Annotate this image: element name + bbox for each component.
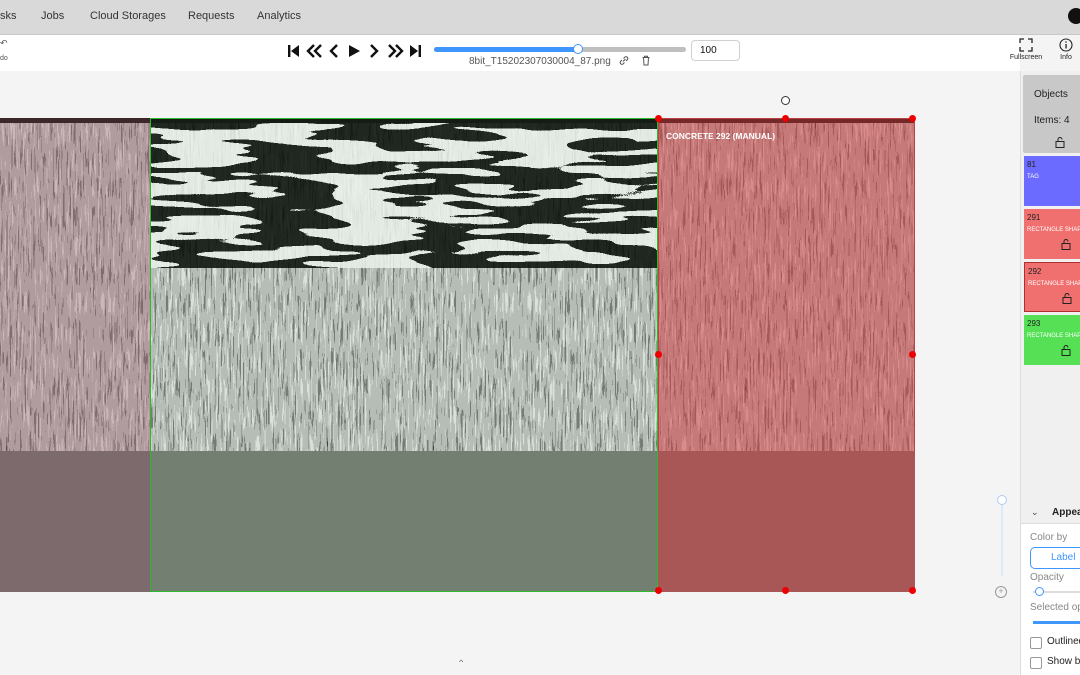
- nav-tasks[interactable]: sks: [0, 10, 17, 22]
- appearance-panel: ⌄ Appearance Color by Label Opacity Sele…: [1021, 501, 1080, 675]
- object-type: TAG: [1027, 174, 1039, 180]
- chevron-down-icon[interactable]: ⌄: [1031, 507, 1039, 518]
- resize-handle-right[interactable]: [909, 351, 916, 358]
- annotation-rect-292-lower: [658, 451, 915, 592]
- fast-forward-icon[interactable]: [387, 42, 405, 60]
- info-icon: [1059, 38, 1073, 52]
- filename: 8bit_T15202307030004_87.png: [469, 56, 611, 67]
- object-id: 291: [1027, 213, 1041, 222]
- nav-jobs[interactable]: Jobs: [41, 10, 64, 22]
- items-count: Items: 4: [1034, 115, 1070, 126]
- opacity-slider-handle[interactable]: [1035, 587, 1044, 596]
- resize-handle-bottom[interactable]: [782, 587, 789, 594]
- fast-backward-icon[interactable]: [305, 42, 323, 60]
- annotation-canvas[interactable]: CONCRETE 292 (MANUAL) + ⌃: [0, 71, 1020, 675]
- object-card-81[interactable]: 81 TAG: [1024, 156, 1080, 206]
- appearance-header[interactable]: ⌄ Appearance: [1021, 501, 1080, 524]
- resize-handle-top-right[interactable]: [909, 115, 916, 122]
- zoom-in-icon[interactable]: +: [995, 586, 1007, 598]
- fullscreen-button[interactable]: Fullscreen: [1008, 38, 1044, 61]
- frame-slider-fill: [434, 47, 578, 52]
- annotation-rect-291-lower: [0, 451, 150, 592]
- color-by-label-button[interactable]: Label: [1030, 547, 1080, 569]
- previous-frame-icon[interactable]: [328, 42, 340, 60]
- lock-icon[interactable]: [1061, 345, 1071, 356]
- resize-handle-top-left[interactable]: [655, 115, 662, 122]
- undo-icon[interactable]: ↶: [0, 38, 8, 49]
- next-frame-icon[interactable]: [368, 42, 380, 60]
- tab-objects[interactable]: Objects Items: 4: [1023, 75, 1080, 153]
- rotation-handle[interactable]: [781, 96, 790, 105]
- resize-handle-bottom-right[interactable]: [909, 587, 916, 594]
- object-type: RECTANGLE SHAPE: [1027, 333, 1080, 339]
- annotation-rect-293[interactable]: [150, 118, 658, 592]
- selected-opacity-label: Selected opacity: [1030, 602, 1080, 613]
- lock-icon[interactable]: [1061, 239, 1071, 250]
- expand-panel-icon[interactable]: ⌃: [457, 659, 465, 670]
- fullscreen-icon: [1019, 38, 1033, 52]
- undo-label[interactable]: do: [0, 55, 8, 62]
- object-type: RECTANGLE SHAPE: [1028, 281, 1080, 287]
- show-bitmap-checkbox[interactable]: [1030, 657, 1042, 669]
- object-id: 293: [1027, 319, 1041, 328]
- appearance-title: Appearance: [1052, 507, 1080, 518]
- object-type: RECTANGLE SHAPE: [1027, 227, 1080, 233]
- lock-icon[interactable]: [1062, 293, 1072, 304]
- frame-number-input[interactable]: 100: [691, 40, 740, 61]
- outline-label: Outlined borders: [1047, 636, 1080, 647]
- objects-sidebar: Objects Items: 4 81 TAG 291 RECTANGLE SH…: [1020, 71, 1080, 675]
- delete-frame-icon[interactable]: [641, 55, 651, 66]
- info-label: Info: [1060, 54, 1072, 61]
- lock-all-icon[interactable]: [1055, 137, 1065, 148]
- copy-link-icon[interactable]: [619, 55, 629, 66]
- nav-analytics[interactable]: Analytics: [257, 10, 301, 22]
- selected-opacity-slider[interactable]: [1033, 621, 1080, 624]
- object-card-293[interactable]: 293 RECTANGLE SHAPE: [1024, 315, 1080, 365]
- fullscreen-label: Fullscreen: [1009, 54, 1043, 61]
- top-navigation: sks Jobs Cloud Storages Requests Analyti…: [0, 0, 1080, 35]
- object-card-291[interactable]: 291 RECTANGLE SHAPE: [1024, 209, 1080, 259]
- github-icon[interactable]: [1068, 8, 1080, 24]
- last-frame-icon[interactable]: [409, 42, 422, 60]
- nav-requests[interactable]: Requests: [188, 10, 234, 22]
- show-bitmap-label: Show bitmap: [1047, 656, 1080, 667]
- radar-image: [0, 118, 915, 592]
- resize-handle-top[interactable]: [782, 115, 789, 122]
- nav-cloud-storages[interactable]: Cloud Storages: [90, 10, 166, 22]
- outline-checkbox[interactable]: [1030, 637, 1042, 649]
- object-id: 292: [1028, 267, 1042, 276]
- object-label-292: CONCRETE 292 (MANUAL): [666, 131, 776, 141]
- info-button[interactable]: Info: [1052, 38, 1080, 61]
- tab-objects-label: Objects: [1034, 89, 1068, 100]
- zoom-slider[interactable]: [997, 495, 1007, 576]
- resize-handle-left[interactable]: [655, 351, 662, 358]
- zoom-slider-handle[interactable]: [997, 495, 1007, 505]
- frame-slider-handle[interactable]: [572, 44, 583, 54]
- frame-slider[interactable]: [434, 44, 686, 54]
- first-frame-icon[interactable]: [287, 42, 300, 60]
- opacity-label: Opacity: [1030, 572, 1064, 583]
- object-id: 81: [1027, 160, 1036, 169]
- player-toolbar: ↶ do 100 8bit_T15202307030004_87.png Ful…: [0, 35, 1073, 71]
- resize-handle-bottom-left[interactable]: [655, 587, 662, 594]
- color-by-label: Color by: [1030, 532, 1068, 543]
- object-card-292[interactable]: 292 RECTANGLE SHAPE: [1024, 262, 1080, 312]
- play-icon[interactable]: [347, 42, 361, 60]
